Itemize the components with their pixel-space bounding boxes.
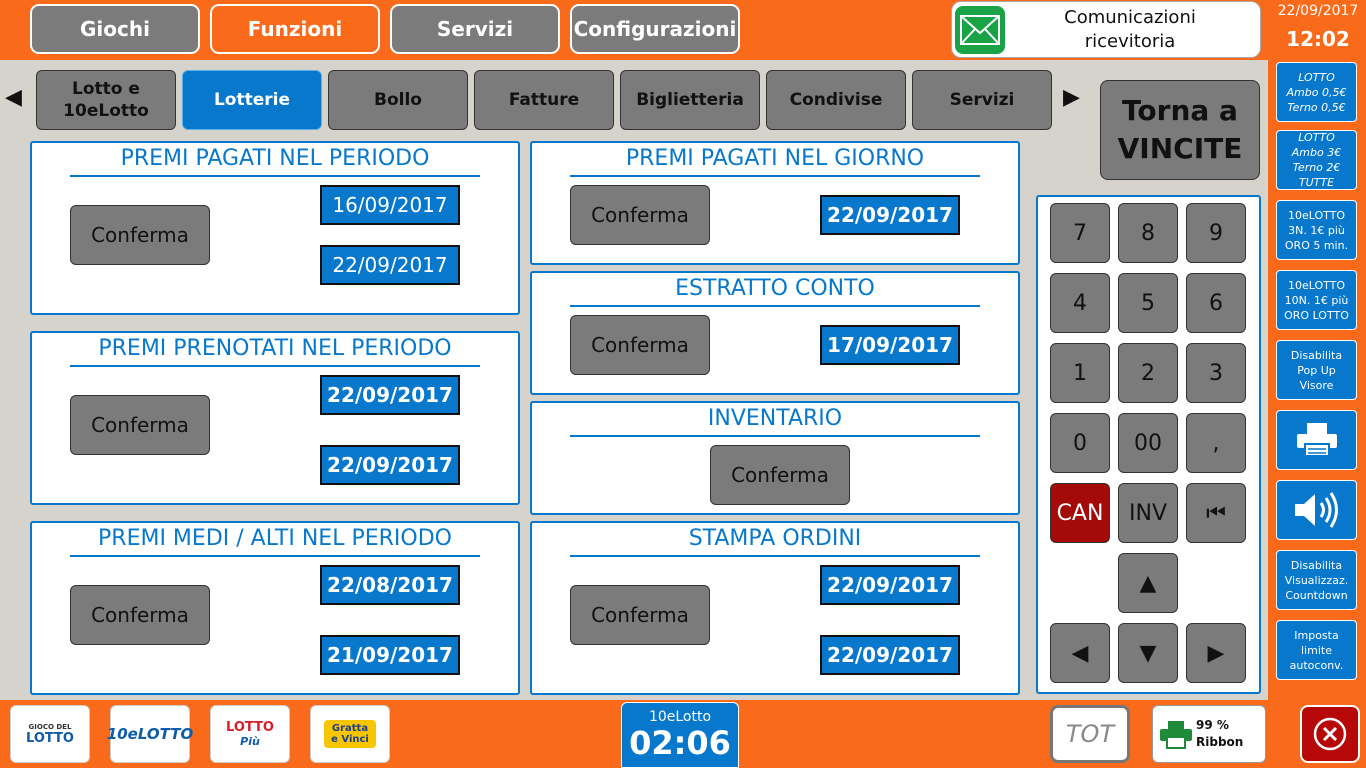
- date-to-field[interactable]: 21/09/2017: [320, 635, 460, 675]
- conferma-button[interactable]: Conferma: [570, 585, 710, 645]
- conferma-button[interactable]: Conferma: [70, 395, 210, 455]
- current-time: 12:02: [1286, 27, 1350, 51]
- 10elotto-countdown: 10eLotto 02:06: [621, 702, 739, 768]
- close-icon: [1313, 717, 1347, 751]
- key-left-icon[interactable]: ◀: [1050, 623, 1110, 683]
- date-from-field[interactable]: 22/09/2017: [820, 565, 960, 605]
- key-7[interactable]: 7: [1050, 203, 1110, 263]
- lotto-logo[interactable]: GIOCO DEL LOTTO: [10, 705, 90, 763]
- menu-configurazioni[interactable]: Configurazioni: [570, 4, 740, 54]
- menu-servizi[interactable]: Servizi: [390, 4, 560, 54]
- conferma-button[interactable]: Conferma: [710, 445, 850, 505]
- torna-vincite-button[interactable]: Torna a VINCITE: [1100, 80, 1260, 180]
- title-divider: [570, 555, 980, 557]
- panel-title: PREMI PAGATI NEL PERIODO: [120, 146, 430, 171]
- key-8[interactable]: 8: [1118, 203, 1178, 263]
- close-button[interactable]: [1300, 705, 1360, 763]
- title-divider: [570, 305, 980, 307]
- key-cancel[interactable]: CAN: [1050, 483, 1110, 543]
- key-4[interactable]: 4: [1050, 273, 1110, 333]
- timer-label: 10eLotto: [648, 709, 712, 725]
- date-from-field[interactable]: 22/08/2017: [320, 565, 460, 605]
- key-1[interactable]: 1: [1050, 343, 1110, 403]
- tabs-next-arrow[interactable]: ▶: [1063, 85, 1080, 110]
- key-inv[interactable]: INV: [1118, 483, 1178, 543]
- side-lotto-tutte[interactable]: LOTTO Ambo 3€ Terno 2€ TUTTE: [1276, 130, 1357, 190]
- date-field[interactable]: 17/09/2017: [820, 325, 960, 365]
- comunicazioni-label: Comunicazioni ricevitoria: [1064, 7, 1196, 52]
- tab-bollo[interactable]: Bollo: [328, 70, 468, 130]
- key-5[interactable]: 5: [1118, 273, 1178, 333]
- panel-title: INVENTARIO: [707, 406, 843, 431]
- tab-lotto-10elotto[interactable]: Lotto e 10eLotto: [36, 70, 176, 130]
- panel-title: ESTRATTO CONTO: [675, 276, 875, 301]
- menu-giochi[interactable]: Giochi: [30, 4, 200, 54]
- key-up-icon[interactable]: ▲: [1118, 553, 1178, 613]
- panel-title: PREMI MEDI / ALTI NEL PERIODO: [98, 526, 452, 551]
- printer-icon: [1160, 721, 1192, 749]
- 10elotto-logo[interactable]: 10eLOTTO: [107, 705, 193, 763]
- conferma-button[interactable]: Conferma: [570, 315, 710, 375]
- date-field[interactable]: 22/09/2017: [820, 195, 960, 235]
- panel-title: PREMI PRENOTATI NEL PERIODO: [98, 336, 452, 361]
- key-2[interactable]: 2: [1118, 343, 1178, 403]
- lotto-piu-logo[interactable]: LOTTO Più: [210, 705, 290, 763]
- conferma-button[interactable]: Conferma: [70, 585, 210, 645]
- side-disabilita-countdown[interactable]: Disabilita Visualizzaz. Countdown: [1276, 550, 1357, 610]
- gratta-vinci-logo[interactable]: Gratta e Vinci: [310, 705, 390, 763]
- side-10elotto-10n[interactable]: 10eLOTTO 10N. 1€ più ORO LOTTO: [1276, 270, 1357, 330]
- key-comma[interactable]: ,: [1186, 413, 1246, 473]
- tab-condivise[interactable]: Condivise: [766, 70, 906, 130]
- title-divider: [570, 175, 980, 177]
- side-imposta-limite[interactable]: Imposta limite autoconv.: [1276, 620, 1357, 680]
- title-divider: [570, 435, 980, 437]
- tab-lotterie[interactable]: Lotterie: [182, 70, 322, 130]
- panel-title: PREMI PAGATI NEL GIORNO: [625, 146, 925, 171]
- date-from-field[interactable]: 22/09/2017: [320, 375, 460, 415]
- title-divider: [70, 555, 480, 557]
- side-lotto-ambo-terno[interactable]: LOTTO Ambo 0,5€ Terno 0,5€: [1276, 62, 1357, 122]
- conferma-button[interactable]: Conferma: [570, 185, 710, 245]
- timer-value: 02:06: [629, 724, 731, 762]
- speaker-icon: [1294, 492, 1338, 528]
- mail-icon: [955, 6, 1005, 54]
- current-date: 22/09/2017: [1277, 3, 1359, 19]
- side-volume-button[interactable]: [1276, 480, 1357, 540]
- tab-servizi[interactable]: Servizi: [912, 70, 1052, 130]
- key-9[interactable]: 9: [1186, 203, 1246, 263]
- title-divider: [70, 365, 480, 367]
- conferma-button[interactable]: Conferma: [70, 205, 210, 265]
- date-to-field[interactable]: 22/09/2017: [820, 635, 960, 675]
- tot-button[interactable]: TOT: [1050, 705, 1130, 763]
- side-print-button[interactable]: [1276, 410, 1357, 470]
- ribbon-percent: 99 %: [1196, 718, 1229, 732]
- ribbon-status: 99 % Ribbon: [1152, 705, 1266, 763]
- key-down-icon[interactable]: ▼: [1118, 623, 1178, 683]
- key-00[interactable]: 00: [1118, 413, 1178, 473]
- key-6[interactable]: 6: [1186, 273, 1246, 333]
- key-first-icon[interactable]: ⏮: [1186, 483, 1246, 543]
- tabs-prev-arrow[interactable]: ◀: [5, 85, 22, 110]
- ribbon-label: Ribbon: [1196, 735, 1244, 749]
- date-to-field[interactable]: 22/09/2017: [320, 445, 460, 485]
- side-disabilita-popup[interactable]: Disabilita Pop Up Visore: [1276, 340, 1357, 400]
- date-from-field[interactable]: 16/09/2017: [320, 185, 460, 225]
- panel-title: STAMPA ORDINI: [688, 526, 862, 551]
- tab-fatture[interactable]: Fatture: [474, 70, 614, 130]
- key-right-icon[interactable]: ▶: [1186, 623, 1246, 683]
- printer-icon: [1296, 423, 1337, 457]
- tab-biglietteria[interactable]: Biglietteria: [620, 70, 760, 130]
- date-to-field[interactable]: 22/09/2017: [320, 245, 460, 285]
- side-10elotto-3n[interactable]: 10eLOTTO 3N. 1€ più ORO 5 min.: [1276, 200, 1357, 260]
- key-0[interactable]: 0: [1050, 413, 1110, 473]
- key-3[interactable]: 3: [1186, 343, 1246, 403]
- menu-funzioni[interactable]: Funzioni: [210, 4, 380, 54]
- title-divider: [70, 175, 480, 177]
